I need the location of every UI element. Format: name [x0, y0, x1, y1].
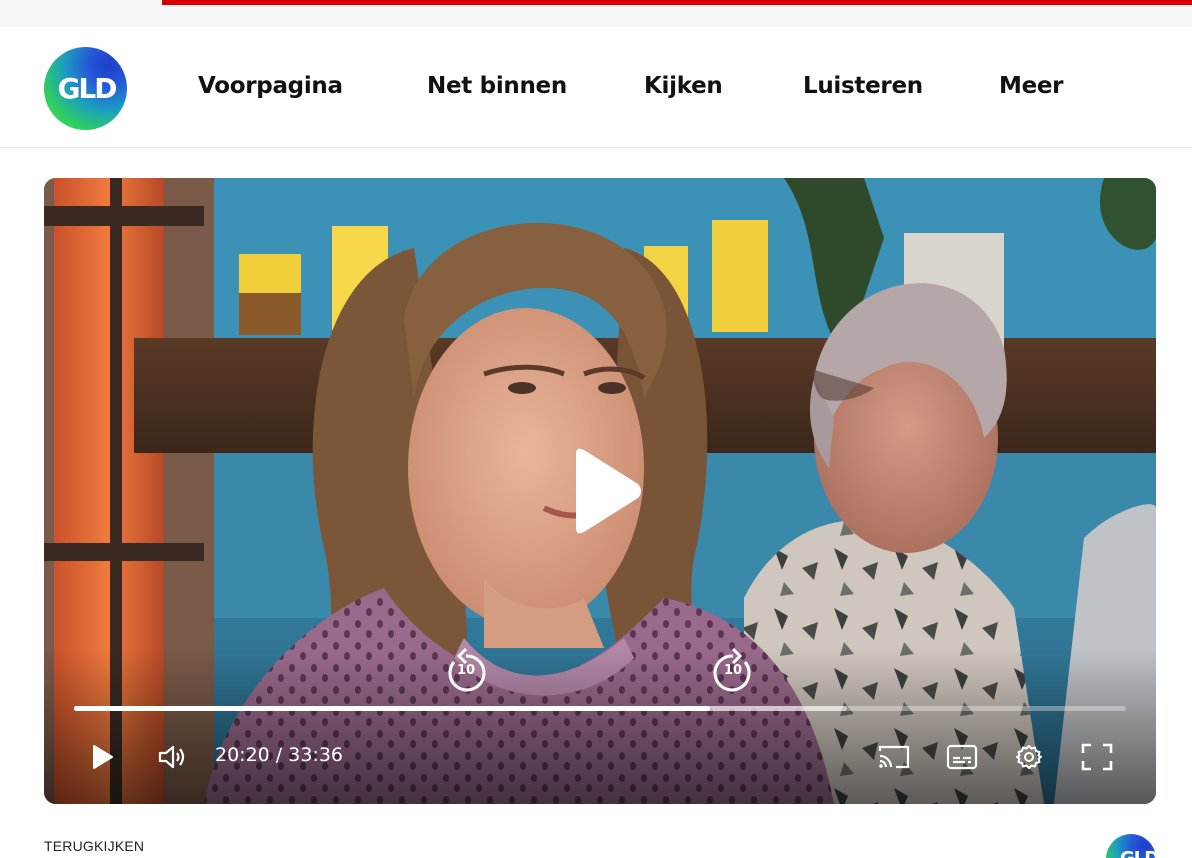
fullscreen-button[interactable]: [1078, 740, 1116, 774]
play-icon: [576, 448, 641, 534]
play-icon: [93, 745, 113, 769]
played-range: [74, 706, 711, 711]
nav-net-binnen[interactable]: Net binnen: [427, 73, 567, 99]
big-play-button[interactable]: [566, 446, 646, 536]
nav-meer[interactable]: Meer: [999, 73, 1064, 99]
settings-icon: [1016, 745, 1042, 769]
gld-logo[interactable]: GLD: [44, 47, 127, 130]
top-strip: [0, 0, 1192, 27]
time-display: 20:20 / 33:36: [215, 744, 343, 766]
progress-bar[interactable]: [74, 706, 1126, 711]
video-player[interactable]: 10 10 20:20 / 33:36: [44, 178, 1156, 804]
gld-small-logo[interactable]: GLD: [1106, 834, 1156, 858]
subtitles-button[interactable]: [942, 740, 982, 774]
settings-button[interactable]: [1012, 740, 1046, 774]
small-logo-text: GLD: [1120, 848, 1156, 858]
play-button[interactable]: [86, 740, 118, 774]
logo-text: GLD: [57, 72, 117, 105]
section-label: TERUGKIJKEN: [44, 838, 145, 854]
subtitles-icon: [946, 744, 978, 770]
cast-icon: [878, 745, 910, 769]
nav-luisteren[interactable]: Luisteren: [803, 73, 923, 99]
volume-icon: [158, 745, 185, 769]
cast-button[interactable]: [874, 740, 914, 774]
skip-forward-button[interactable]: 10: [710, 644, 756, 694]
skip-back-seconds: 10: [456, 663, 476, 678]
nav-voorpagina[interactable]: Voorpagina: [198, 73, 343, 99]
site-header: GLD Voorpagina Net binnen Kijken Luister…: [0, 27, 1192, 148]
skip-back-button[interactable]: 10: [443, 644, 489, 694]
nav-kijken[interactable]: Kijken: [644, 73, 723, 99]
volume-button[interactable]: [154, 740, 190, 774]
skip-forward-seconds: 10: [723, 663, 743, 678]
fullscreen-icon: [1081, 743, 1113, 771]
loading-bar: [162, 0, 1192, 5]
